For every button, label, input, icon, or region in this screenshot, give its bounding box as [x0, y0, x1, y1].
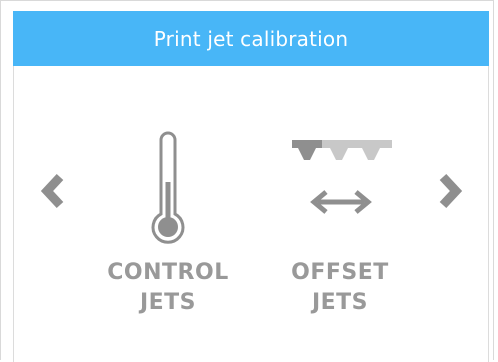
control-jets-label: CONTROL JETS	[98, 258, 238, 318]
control-jets-label-line2: JETS	[139, 290, 197, 315]
offset-jets-label: OFFSET JETS	[270, 258, 410, 318]
title-bar: Print jet calibration	[13, 11, 489, 66]
offset-jets-icon	[292, 140, 392, 214]
chevron-left-icon	[40, 173, 64, 209]
chevron-right-icon	[439, 173, 463, 209]
prev-button[interactable]	[33, 166, 73, 216]
content-panel	[13, 66, 489, 362]
offset-jets-label-line1: OFFSET	[291, 260, 389, 285]
page-title: Print jet calibration	[153, 26, 349, 51]
next-button[interactable]	[430, 166, 470, 216]
control-jets-label-line1: CONTROL	[107, 260, 229, 285]
offset-jets-option[interactable]: OFFSET JETS	[270, 130, 410, 330]
thermometer-icon	[151, 131, 185, 244]
control-jets-option[interactable]: CONTROL JETS	[98, 130, 238, 330]
offset-jets-label-line2: JETS	[311, 290, 369, 315]
